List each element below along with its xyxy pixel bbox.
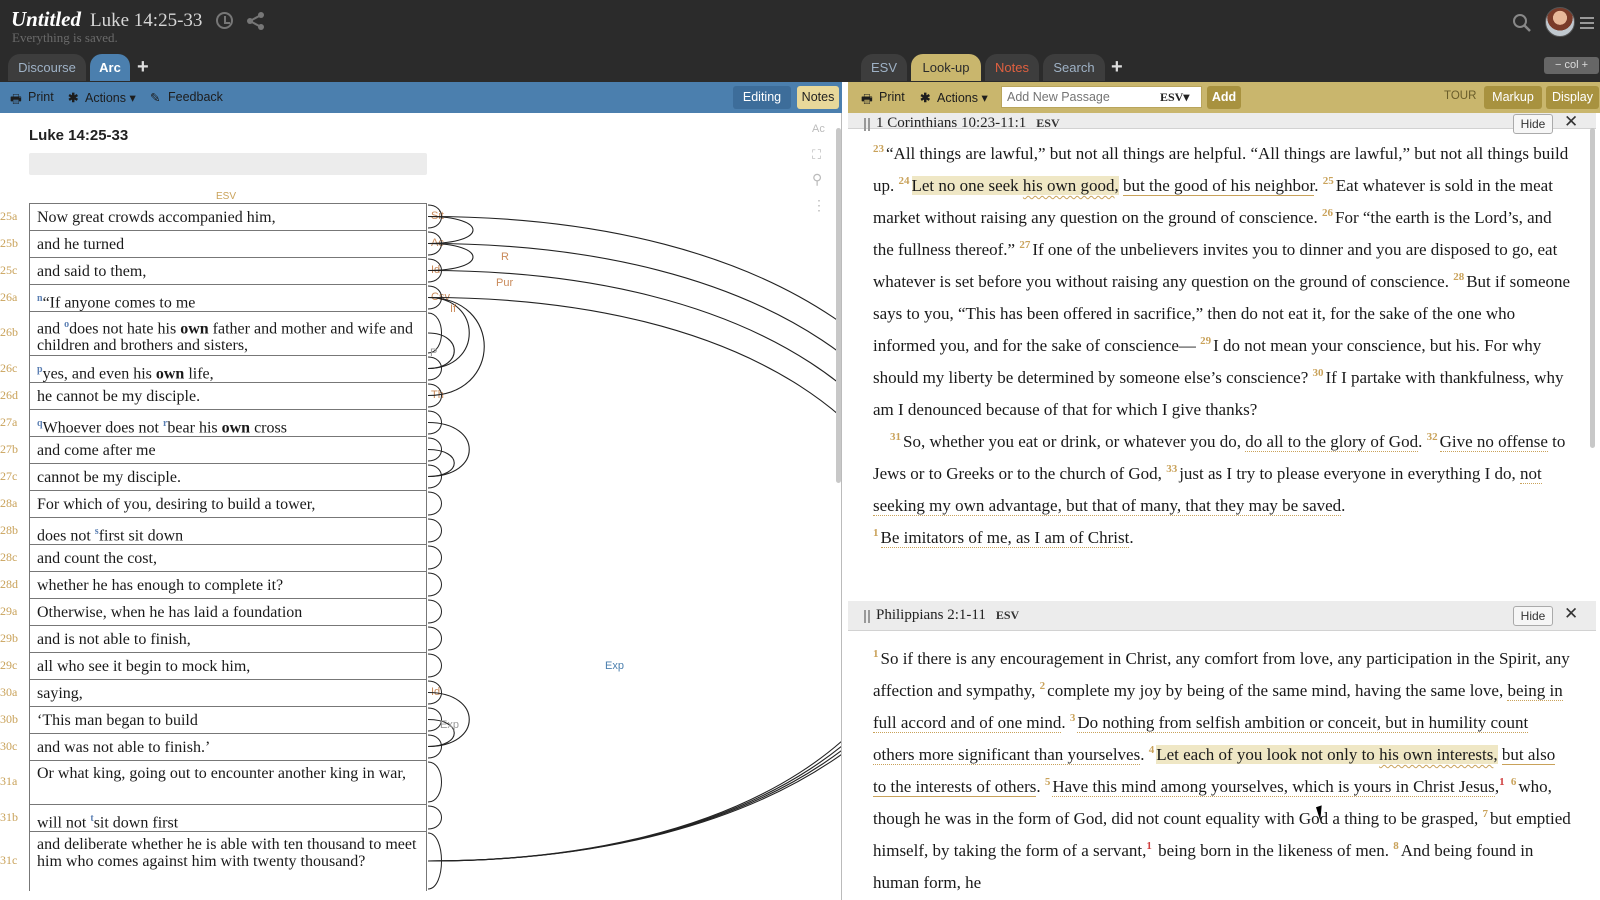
feedback-button[interactable]: Feedback: [168, 90, 223, 104]
top-bar: Untitled Luke 14:25-33 Everything is sav…: [0, 0, 1600, 82]
add-left-tab-button[interactable]: +: [137, 56, 149, 79]
actions-icon: ✱: [68, 91, 79, 105]
add-passage-input[interactable]: [1002, 87, 1152, 107]
column-control[interactable]: − col +: [1544, 57, 1599, 74]
look-up-panel: 1 Corinthians 10:23-11:1 ESV Hide ✕ 23 “Al…: [848, 113, 1600, 900]
version-select[interactable]: ESV▾: [1160, 90, 1189, 105]
tab-look-up[interactable]: Look-up: [911, 54, 981, 81]
arc-label-r[interactable]: R: [501, 251, 509, 263]
outer-arc[interactable]: [427, 242, 842, 862]
look-up-scrollbar[interactable]: [1590, 128, 1595, 448]
tour-link[interactable]: TOUR: [1444, 90, 1476, 102]
passage-ref: Philippians 2:1-11 ESV: [876, 607, 1020, 623]
editing-button[interactable]: Editing: [733, 86, 791, 109]
hide-button[interactable]: Hide: [1513, 114, 1553, 134]
save-status: Everything is saved.: [12, 30, 118, 45]
actions-menu[interactable]: Actions ▾: [85, 90, 136, 105]
arc-label-exp-small[interactable]: Exp: [440, 719, 459, 731]
add-passage-field: ESV▾: [1001, 86, 1202, 108]
close-icon[interactable]: ✕: [1564, 113, 1578, 132]
drag-handle-icon[interactable]: [864, 118, 870, 131]
notes-button[interactable]: Notes: [797, 86, 839, 109]
row-cap-arc[interactable]: [427, 599, 442, 624]
display-button[interactable]: Display: [1546, 86, 1599, 109]
ac-id-arc[interactable]: [427, 242, 474, 272]
row-cap-arc[interactable]: [427, 545, 442, 570]
passage-ref: 1 Corinthians 10:23-11:1 ESV: [876, 115, 1060, 131]
feedback-icon: ✎: [150, 91, 161, 105]
arc-label-p[interactable]: P: [430, 347, 437, 359]
add-right-tab-button[interactable]: +: [1111, 56, 1123, 79]
print-icon: 🖶: [861, 92, 873, 106]
add-passage-button[interactable]: Add: [1207, 86, 1241, 109]
sit-ac-arc[interactable]: [427, 215, 474, 245]
document-title[interactable]: Untitled: [11, 7, 81, 32]
row-cap-arc[interactable]: [427, 653, 442, 678]
markup-button[interactable]: Markup: [1484, 86, 1542, 109]
look-up-toolbar: 🖶 Print ✱ Actions ▾ ESV▾ Add TOUR Markup…: [848, 82, 1600, 113]
arc-label-exp-big[interactable]: Exp: [605, 660, 624, 672]
hide-button[interactable]: Hide: [1513, 606, 1553, 626]
tab-notes[interactable]: Notes: [985, 54, 1039, 81]
row-cap-arc[interactable]: [427, 805, 442, 830]
arc-scrollbar[interactable]: [836, 128, 841, 483]
actions-menu[interactable]: Actions ▾: [937, 90, 988, 105]
menu-icon[interactable]: [1580, 17, 1594, 29]
close-icon[interactable]: ✕: [1564, 604, 1578, 624]
arc-diagram: R Pur If P Exp Exp: [427, 204, 842, 890]
row-cap-arc[interactable]: [427, 572, 442, 597]
history-icon[interactable]: [216, 12, 233, 29]
print-button[interactable]: Print: [28, 90, 54, 104]
tab-discourse[interactable]: Discourse: [8, 54, 86, 81]
tab-search[interactable]: Search: [1043, 54, 1105, 81]
drag-handle-icon[interactable]: [864, 610, 870, 623]
arc-label-if[interactable]: If: [450, 303, 457, 315]
arc-panel: Luke 14:25-33 ESV Ac ⛶ ⚲ ⋮ 25a Now great …: [0, 113, 842, 900]
arc-label-pur[interactable]: Pur: [496, 277, 513, 289]
search-icon[interactable]: [1512, 13, 1532, 33]
passage-header: 1 Corinthians 10:23-11:1 ESV Hide ✕: [848, 113, 1596, 134]
outer-arc[interactable]: [427, 215, 842, 862]
print-icon: 🖶: [10, 92, 22, 106]
print-button[interactable]: Print: [879, 90, 905, 104]
row-cap-arc[interactable]: [427, 761, 442, 803]
share-icon[interactable]: [246, 12, 266, 30]
avatar[interactable]: [1545, 7, 1575, 37]
row-cap-arc[interactable]: [427, 518, 442, 543]
tab-arc[interactable]: Arc: [90, 54, 130, 81]
passage-text: 1 So if there is any encouragement in Chr…: [873, 648, 1571, 892]
actions-icon: ✱: [920, 91, 931, 105]
passage-text: 23 “All things are lawful,” but not all t…: [873, 143, 1571, 548]
row-cap-arc[interactable]: [427, 626, 442, 651]
tab-esv[interactable]: ESV: [861, 54, 907, 81]
outer-arc[interactable]: [427, 296, 842, 862]
arc-toolbar: 🖶 Print ✱ Actions ▾ ✎ Feedback Editing N…: [0, 82, 842, 113]
row-cap-arc[interactable]: [427, 491, 442, 516]
outer-arc[interactable]: [427, 269, 842, 862]
passage-header: Philippians 2:1-11 ESV Hide ✕: [848, 601, 1596, 631]
document-passage[interactable]: Luke 14:25-33: [90, 10, 202, 32]
